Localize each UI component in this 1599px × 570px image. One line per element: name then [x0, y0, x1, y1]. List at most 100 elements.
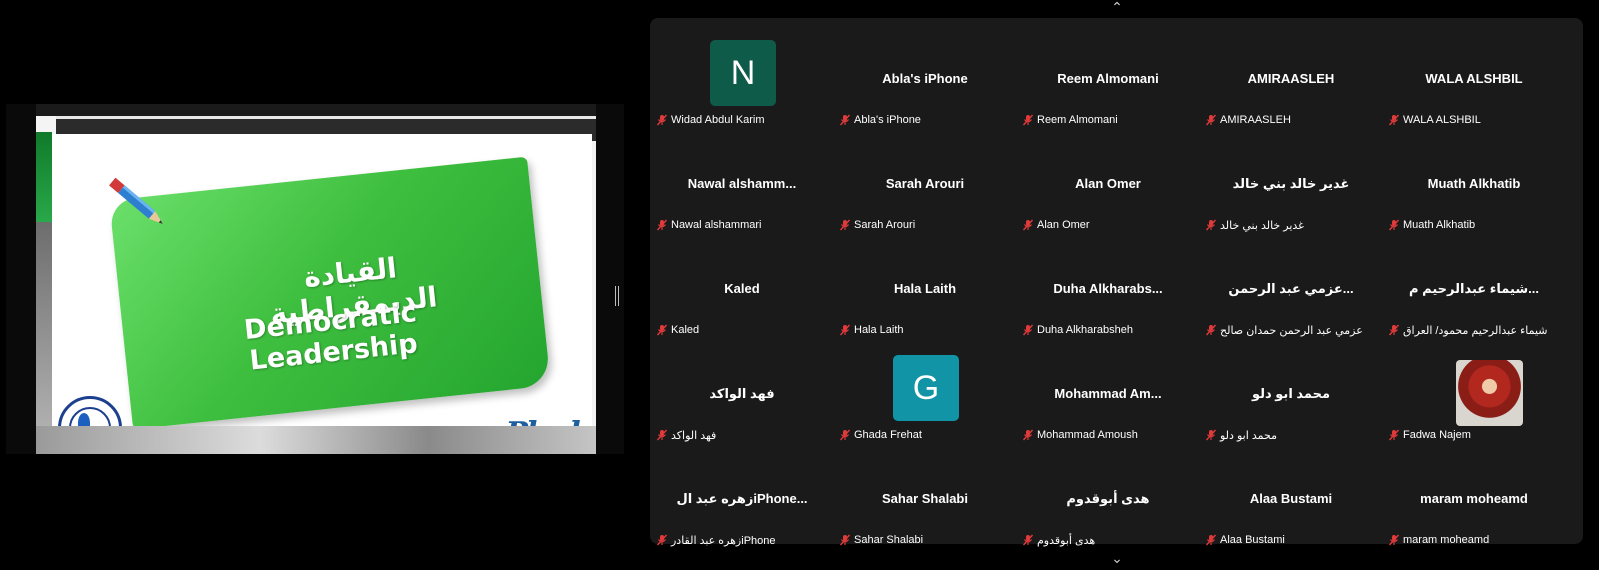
- participant-name-label: Duha Alkharabsheh: [1022, 321, 1133, 339]
- slide-decor-green-strip: [36, 132, 52, 222]
- participant-tile[interactable]: AMIRAASLEH AMIRAASLEH: [1199, 38, 1383, 142]
- participant-display-name: فهد الواكد: [709, 386, 775, 401]
- participant-tile[interactable]: Kaled Kaled: [650, 248, 834, 352]
- participant-name-label: Alaa Bustami: [1205, 531, 1285, 549]
- participant-name-label: Kaled: [656, 321, 699, 339]
- participant-tile[interactable]: Alan Omer Alan Omer: [1016, 143, 1200, 247]
- participant-name-text: Alaa Bustami: [1220, 534, 1285, 546]
- participant-name-text: Muath Alkhatib: [1403, 219, 1476, 231]
- muted-microphone-icon: [839, 114, 851, 126]
- participant-tile[interactable]: N Widad Abdul Karim: [650, 38, 834, 142]
- participant-name-text: عزمي عبد الرحمن حمدان صالح: [1220, 324, 1363, 337]
- participant-avatar: N: [710, 40, 776, 106]
- muted-microphone-icon: [1022, 324, 1034, 336]
- participant-tile[interactable]: Nawal alshamm... Nawal alshammari: [650, 143, 834, 247]
- participant-name-text: محمد ابو دلو: [1220, 429, 1277, 442]
- muted-microphone-icon: [1205, 534, 1217, 546]
- gallery-next-page-icon[interactable]: ⌄: [1107, 551, 1127, 565]
- participant-tile[interactable]: WALA ALSHBIL WALA ALSHBIL: [1382, 38, 1566, 142]
- participant-display-name: زهره عبد الiPhone...: [676, 491, 808, 506]
- participant-name-text: هدى أبوقدوم: [1037, 534, 1096, 547]
- participant-name-text: فهد الواكد: [671, 429, 717, 442]
- participant-display-name: Alan Omer: [1075, 176, 1141, 191]
- participant-name-label: محمد ابو دلو: [1205, 426, 1277, 444]
- participant-name-text: Hala Laith: [854, 324, 904, 336]
- participant-tile[interactable]: Alaa Bustami Alaa Bustami: [1199, 458, 1383, 562]
- participant-name-text: Ghada Frehat: [854, 429, 922, 441]
- participant-tile[interactable]: Muath Alkhatib Muath Alkhatib: [1382, 143, 1566, 247]
- participant-name-label: AMIRAASLEH: [1205, 111, 1291, 129]
- participant-name-label: فهد الواكد: [656, 426, 716, 444]
- participant-name-text: Reem Almomani: [1037, 114, 1118, 126]
- participant-name-text: Kaled: [671, 324, 700, 336]
- participant-tile[interactable]: G Ghada Frehat: [833, 353, 1017, 457]
- participant-tile[interactable]: Hala Laith Hala Laith: [833, 248, 1017, 352]
- participant-name-label: Ghada Frehat: [839, 426, 922, 444]
- participant-name-label: هدى أبوقدوم: [1022, 531, 1095, 549]
- muted-microphone-icon: [656, 219, 668, 231]
- slide-content: القيادة الديمقراطية Democratic Leadershi…: [52, 134, 592, 454]
- muted-microphone-icon: [1205, 219, 1217, 231]
- participant-tile[interactable]: Mohammad Am... Mohammad Amoush: [1016, 353, 1200, 457]
- participant-tile[interactable]: زهره عبد الiPhone... زهره عبد القادرiPhon…: [650, 458, 834, 562]
- participant-name-text: Sarah Arouri: [854, 219, 916, 231]
- participant-tile[interactable]: Reem Almomani Reem Almomani: [1016, 38, 1200, 142]
- muted-microphone-icon: [1022, 219, 1034, 231]
- participant-display-name: maram moheamd: [1420, 491, 1528, 506]
- participant-name-label: Reem Almomani: [1022, 111, 1118, 129]
- participant-photo: [1456, 360, 1523, 426]
- muted-microphone-icon: [839, 534, 851, 546]
- participant-name-text: Fadwa Najem: [1403, 429, 1471, 441]
- participant-display-name: Hala Laith: [893, 281, 957, 296]
- participant-display-name: Nawal alshamm...: [687, 176, 797, 191]
- participant-name-label: maram moheamd: [1388, 531, 1489, 549]
- participant-name-label: Sarah Arouri: [839, 216, 915, 234]
- participant-display-name: شيماء عبدالرحيم م...: [1409, 281, 1539, 296]
- participant-tile[interactable]: Duha Alkharabs... Duha Alkharabsheh: [1016, 248, 1200, 352]
- muted-microphone-icon: [1022, 429, 1034, 441]
- muted-microphone-icon: [839, 219, 851, 231]
- participant-display-name: Muath Alkhatib: [1427, 176, 1521, 191]
- muted-microphone-icon: [1388, 219, 1400, 231]
- participant-name-label: WALA ALSHBIL: [1388, 111, 1481, 129]
- muted-microphone-icon: [839, 429, 851, 441]
- participant-name-text: Widad Abdul Karim: [671, 114, 765, 126]
- participant-tile[interactable]: Sahar Shalabi Sahar Shalabi: [833, 458, 1017, 562]
- participant-name-label: Widad Abdul Karim: [656, 111, 765, 129]
- participant-name-text: Abla's iPhone: [854, 114, 921, 126]
- participant-tile[interactable]: Fadwa Najem: [1382, 353, 1566, 457]
- slide-decor-bottom: [36, 426, 596, 454]
- participant-avatar: G: [893, 355, 959, 421]
- participant-tile[interactable]: عزمي عبد الرحمن... عزمي عبد الرحمن حمدان …: [1199, 248, 1383, 352]
- participant-tile[interactable]: غدير خالد بني خالد غدير خالد بني خالد: [1199, 143, 1383, 247]
- participant-name-label: Fadwa Najem: [1388, 426, 1471, 444]
- participant-name-label: غدير خالد بني خالد: [1205, 216, 1304, 234]
- muted-microphone-icon: [1205, 429, 1217, 441]
- participant-name-text: Sahar Shalabi: [854, 534, 924, 546]
- participant-name-label: Hala Laith: [839, 321, 904, 339]
- participant-display-name: عزمي عبد الرحمن...: [1228, 281, 1354, 296]
- participant-name-text: WALA ALSHBIL: [1403, 114, 1481, 126]
- participant-name-text: Nawal alshammari: [671, 219, 762, 231]
- gallery-prev-page-icon[interactable]: ⌃: [1107, 0, 1127, 14]
- participant-tile[interactable]: Sarah Arouri Sarah Arouri: [833, 143, 1017, 247]
- participant-name-text: Mohammad Amoush: [1037, 429, 1138, 441]
- participant-name-label: Muath Alkhatib: [1388, 216, 1475, 234]
- participant-tile[interactable]: Abla's iPhone Abla's iPhone: [833, 38, 1017, 142]
- participant-tile[interactable]: فهد الواكد فهد الواكد: [650, 353, 834, 457]
- muted-microphone-icon: [1388, 429, 1400, 441]
- muted-microphone-icon: [656, 114, 668, 126]
- muted-microphone-icon: [1022, 534, 1034, 546]
- muted-microphone-icon: [1388, 324, 1400, 336]
- muted-microphone-icon: [839, 324, 851, 336]
- participant-name-text: Alan Omer: [1037, 219, 1090, 231]
- participant-tile[interactable]: maram moheamd maram moheamd: [1382, 458, 1566, 562]
- participant-tile[interactable]: محمد ابو دلو محمد ابو دلو: [1199, 353, 1383, 457]
- participant-display-name: Mohammad Am...: [1054, 386, 1162, 401]
- participant-name-text: maram moheamd: [1403, 534, 1490, 546]
- participant-name-label: Sahar Shalabi: [839, 531, 923, 549]
- participant-display-name: هدى أبوقدوم: [1066, 491, 1150, 506]
- participant-tile[interactable]: شيماء عبدالرحيم م... شيماء عبدالرحيم محمو…: [1382, 248, 1566, 352]
- resize-splitter-handle[interactable]: [615, 286, 619, 306]
- participant-tile[interactable]: هدى أبوقدوم هدى أبوقدوم: [1016, 458, 1200, 562]
